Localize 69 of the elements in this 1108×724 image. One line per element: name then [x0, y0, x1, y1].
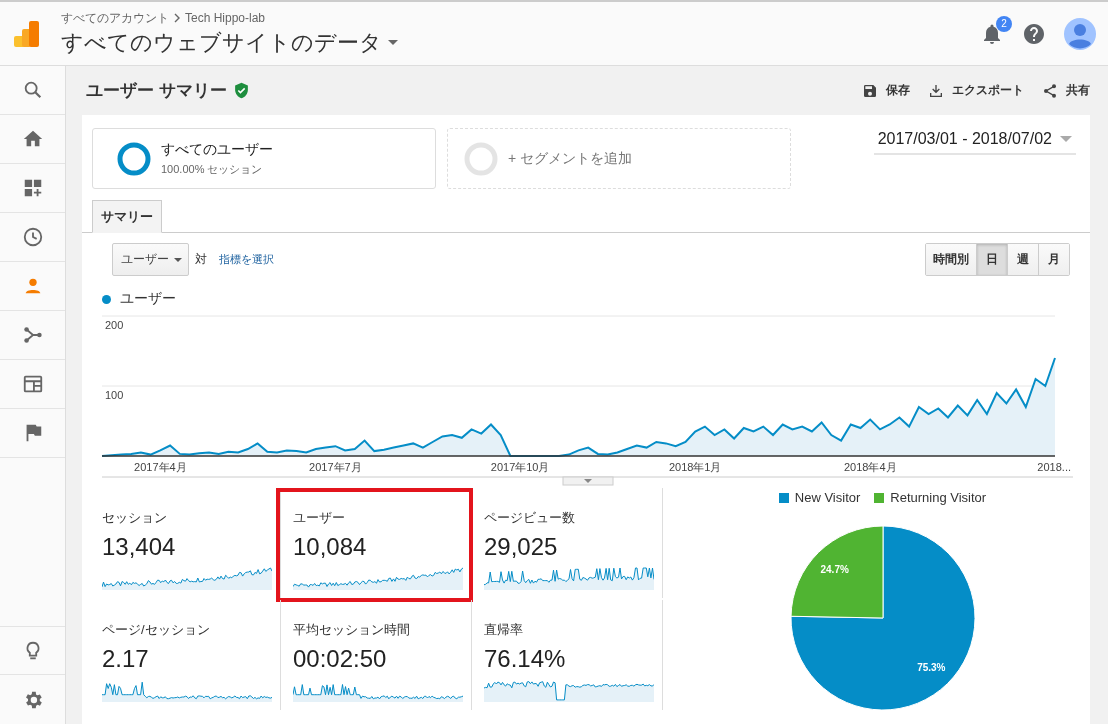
verified-shield-icon — [232, 82, 250, 99]
tab[interactable]: サマリー — [92, 200, 162, 233]
report-title: ユーザー サマリー — [86, 80, 227, 102]
interval-button[interactable]: 月 — [1038, 244, 1069, 275]
add-segment-card[interactable]: + セグメントを追加 — [447, 128, 791, 189]
slice-percentage: 75.3% — [916, 662, 945, 674]
interval-button[interactable]: 日 — [976, 244, 1007, 275]
dropdown-value: ユーザー — [121, 251, 169, 268]
action-label: 共有 — [1066, 82, 1090, 99]
metric-label: 平均セッション時間 — [293, 622, 411, 638]
segment-name: すべてのユーザー — [161, 140, 273, 159]
metric-value: 10,084 — [293, 532, 368, 562]
versus-label: 対 — [195, 251, 207, 268]
legend-label: ユーザー — [120, 290, 176, 308]
action-label: エクスポート — [952, 82, 1024, 99]
metric-label: ユーザー — [293, 510, 346, 526]
metric-value: 76.14% — [484, 644, 567, 674]
legend-label: New Visitor — [794, 489, 861, 507]
share-icon — [1042, 82, 1058, 99]
legend-label: Returning Visitor — [890, 489, 987, 507]
metric-label: ページ/セッション — [102, 622, 211, 638]
breadcrumb-link[interactable]: Tech Hippo-lab — [185, 11, 266, 25]
metric-label: ページビュー数 — [484, 510, 576, 526]
axis-tick-label: 2018年4月 — [843, 461, 897, 473]
window-icon[interactable] — [21, 373, 44, 395]
breadcrumb-link[interactable]: すべてのアカウント — [61, 9, 169, 27]
avatar-icon[interactable] — [1064, 17, 1096, 50]
action-label: 保存 — [886, 82, 910, 99]
metric-label: 直帰率 — [484, 622, 524, 638]
date-range-text: 2017/03/01 - 2018/07/02 — [877, 130, 1052, 148]
save-icon — [862, 82, 878, 99]
toolbar-action[interactable]: 保存 — [862, 82, 910, 99]
axis-tick-label: 100 — [105, 389, 124, 401]
axis-tick-label: 2017年7月 — [309, 461, 362, 473]
metric-value: 2.17 — [102, 644, 150, 674]
flow-icon[interactable] — [21, 324, 44, 346]
slice-percentage: 24.7% — [820, 563, 849, 575]
metric-value: 13,404 — [102, 532, 177, 562]
caret-down-icon — [174, 257, 182, 262]
date-range-picker[interactable]: 2017/03/01 - 2018/07/02 — [873, 130, 1076, 155]
notification-badge: 2 — [996, 15, 1012, 32]
caret-down-icon[interactable] — [388, 40, 398, 45]
select-metric-link[interactable]: 指標を選択 — [219, 252, 274, 267]
download-icon — [928, 82, 944, 99]
axis-tick-label: 200 — [105, 319, 124, 331]
empty-ring-icon — [464, 141, 498, 176]
interval-button[interactable]: 週 — [1007, 244, 1038, 275]
axis-tick-label: 2018年1月 — [668, 461, 722, 473]
segment-ring-icon — [117, 141, 151, 176]
axis-tick-label: 2018... — [1037, 461, 1071, 473]
toolbar-action[interactable]: エクスポート — [928, 82, 1024, 99]
metric-value: 29,025 — [484, 532, 559, 562]
analytics-logo-icon — [14, 20, 40, 47]
metric-label: セッション — [102, 510, 168, 526]
chart-resize-handle[interactable] — [562, 476, 614, 486]
axis-tick-label: 2017年10月 — [490, 461, 550, 473]
interval-button[interactable]: 時間別 — [926, 244, 976, 275]
segment-detail: 100.00% セッション — [161, 161, 264, 177]
add-segment-label: + セグメントを追加 — [508, 149, 633, 168]
toolbar-action[interactable]: 共有 — [1042, 82, 1090, 99]
help-icon[interactable] — [1022, 21, 1046, 46]
metric-value: 00:02:50 — [293, 644, 388, 674]
chevron-right-icon — [173, 13, 181, 23]
caret-down-icon — [1060, 136, 1072, 142]
metric-dropdown[interactable]: ユーザー — [112, 243, 189, 276]
axis-tick-label: 2017年4月 — [134, 461, 187, 473]
segment-card[interactable]: すべてのユーザー 100.00% セッション — [92, 128, 436, 189]
clock-icon[interactable] — [21, 226, 44, 248]
view-title[interactable]: すべてのウェブサイトのデータ — [61, 27, 382, 58]
